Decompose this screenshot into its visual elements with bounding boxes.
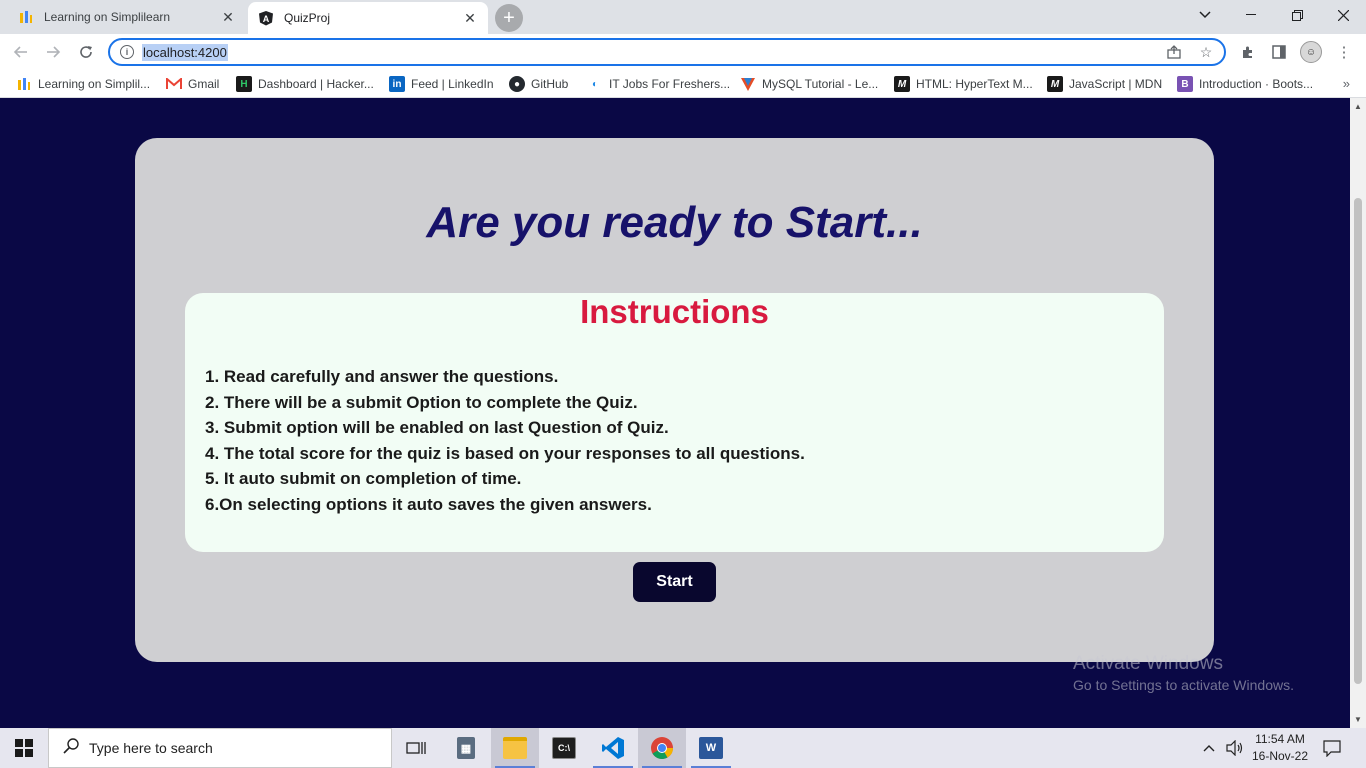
close-tab-icon[interactable]: ✕: [462, 10, 478, 26]
tab-strip: Learning on Simplilearn ✕ A QuizProj ✕ +: [0, 0, 1366, 34]
bookmark-label: IT Jobs For Freshers...: [609, 77, 731, 91]
back-arrow-icon[interactable]: [8, 39, 34, 65]
instructions-list: 1. Read carefully and answer the questio…: [205, 364, 805, 518]
watermark-subtitle: Go to Settings to activate Windows.: [1073, 677, 1294, 693]
scroll-up-icon[interactable]: ▲: [1354, 102, 1362, 111]
calculator-icon[interactable]: ▦: [442, 728, 490, 768]
bookmark-label: Feed | LinkedIn: [411, 77, 494, 91]
bookmark-label: MySQL Tutorial - Le...: [762, 77, 879, 91]
restore-icon[interactable]: [1274, 0, 1320, 30]
taskbar-search-input[interactable]: Type here to search: [48, 728, 392, 768]
bookmark-hackerrank[interactable]: H Dashboard | Hacker...: [236, 70, 374, 98]
bookmark-star-icon[interactable]: ☆: [1194, 40, 1218, 64]
clock-date: 16-Nov-22: [1251, 749, 1309, 763]
close-window-icon[interactable]: [1320, 0, 1366, 30]
bookmark-gmail[interactable]: Gmail: [166, 70, 219, 98]
instructions-title: Instructions: [580, 293, 769, 330]
site-info-icon[interactable]: i: [120, 45, 134, 59]
vscode-icon[interactable]: [589, 728, 637, 768]
start-button[interactable]: Start: [633, 562, 716, 602]
bookmark-mdn-html[interactable]: M HTML: HyperText M...: [894, 70, 1033, 98]
tab-title: Learning on Simplilearn: [44, 10, 171, 24]
mdn-icon: M: [894, 76, 910, 92]
scrollbar-thumb[interactable]: [1354, 198, 1362, 684]
side-panel-icon[interactable]: [1266, 39, 1292, 65]
windows-start-icon[interactable]: [0, 728, 48, 768]
file-explorer-icon[interactable]: [491, 728, 539, 768]
volume-icon[interactable]: [1226, 728, 1244, 768]
tab-simplilearn[interactable]: Learning on Simplilearn ✕: [8, 2, 246, 32]
bookmark-label: Learning on Simplil...: [38, 77, 151, 91]
instruction-item: 2. There will be a submit Option to comp…: [205, 392, 638, 412]
page-scrollbar[interactable]: ▲ ▼: [1350, 98, 1366, 728]
tab-title: QuizProj: [284, 11, 331, 25]
clock-time: 11:54 AM: [1255, 732, 1305, 746]
bookmark-github[interactable]: ● GitHub: [509, 70, 568, 98]
gmail-icon: [166, 76, 182, 92]
watermark-title: Activate Windows: [1073, 653, 1223, 674]
instruction-item: 4. The total score for the quiz is based…: [205, 443, 805, 463]
bookmark-label: HTML: HyperText M...: [916, 77, 1033, 91]
terminal-icon[interactable]: C:\: [540, 728, 588, 768]
tab-quizproj[interactable]: A QuizProj ✕: [248, 2, 488, 34]
instruction-item: 6.On selecting options it auto saves the…: [205, 494, 652, 514]
instruction-item: 5. It auto submit on completion of time.: [205, 469, 522, 489]
search-icon: [63, 737, 79, 759]
extensions-icon[interactable]: [1235, 39, 1261, 65]
scroll-down-icon[interactable]: ▼: [1354, 715, 1362, 724]
bookmark-mysql[interactable]: MySQL Tutorial - Le...: [740, 70, 878, 98]
word-icon[interactable]: W: [687, 728, 735, 768]
bookmark-label: GitHub: [531, 77, 569, 91]
new-tab-button[interactable]: +: [495, 4, 523, 32]
show-hidden-icons-icon[interactable]: [1203, 728, 1215, 768]
bookmark-bootstrap[interactable]: B Introduction · Boots...: [1177, 70, 1313, 98]
taskbar-clock[interactable]: 11:54 AM 16-Nov-22: [1244, 731, 1316, 765]
bookmark-mdn-javascript[interactable]: M JavaScript | MDN: [1047, 70, 1162, 98]
tab-search-icon[interactable]: [1182, 0, 1228, 30]
reload-icon[interactable]: [73, 39, 99, 65]
minimize-icon[interactable]: [1228, 0, 1274, 30]
bookmarks-bar: Learning on Simplil... Gmail H Dashboard…: [0, 70, 1366, 98]
mysql-icon: [740, 76, 756, 92]
notifications-icon[interactable]: [1323, 728, 1341, 768]
bookmark-it-jobs[interactable]: ◐ IT Jobs For Freshers...: [587, 70, 730, 98]
windows-taskbar: Type here to search ▦ C:\ W 11:54 AM 16-…: [0, 728, 1366, 768]
profile-avatar[interactable]: ☺: [1298, 39, 1324, 65]
simplilearn-icon: [16, 76, 32, 92]
search-placeholder: Type here to search: [89, 740, 213, 756]
bookmark-label: Gmail: [188, 77, 220, 91]
instructions-panel: Instructions 1. Read carefully and answe…: [185, 293, 1164, 552]
bookmark-linkedin[interactable]: in Feed | LinkedIn: [389, 70, 494, 98]
bookmark-label: Dashboard | Hacker...: [258, 77, 374, 91]
mdn-icon: M: [1047, 76, 1063, 92]
github-icon: ●: [509, 76, 525, 92]
task-view-icon[interactable]: [392, 728, 440, 768]
jobs-icon: ◐: [591, 78, 599, 90]
forward-arrow-icon[interactable]: [40, 39, 66, 65]
more-bookmarks-icon[interactable]: »: [1343, 76, 1350, 91]
share-icon[interactable]: [1162, 40, 1186, 64]
bookmark-label: Introduction · Boots...: [1199, 77, 1314, 91]
angular-icon: A: [258, 10, 274, 26]
svg-text:A: A: [263, 14, 270, 24]
menu-dots-icon[interactable]: ⋮: [1331, 39, 1357, 65]
close-tab-icon[interactable]: ✕: [220, 9, 236, 25]
activate-windows-watermark: Activate Windows Go to Settings to activ…: [1073, 653, 1294, 693]
page-title: Are you ready to Start...: [426, 198, 923, 247]
browser-toolbar: i localhost:4200 ☆ ☺ ⋮: [0, 34, 1366, 70]
instruction-item: 3. Submit option will be enabled on last…: [205, 418, 669, 438]
page-content: Are you ready to Start... Instructions 1…: [0, 98, 1350, 728]
instruction-item: 1. Read carefully and answer the questio…: [205, 367, 559, 386]
chrome-icon[interactable]: [638, 728, 686, 768]
address-bar[interactable]: i localhost:4200 ☆: [108, 38, 1226, 66]
simplilearn-icon: [18, 9, 34, 25]
bookmark-label: JavaScript | MDN: [1069, 77, 1163, 91]
hackerrank-icon: H: [236, 76, 252, 92]
bookmark-simplilearn[interactable]: Learning on Simplil...: [16, 70, 150, 98]
avatar: ☺: [1300, 41, 1322, 63]
address-url[interactable]: localhost:4200: [142, 43, 228, 61]
linkedin-icon: in: [389, 76, 405, 92]
quiz-start-card: Are you ready to Start... Instructions 1…: [135, 138, 1214, 662]
bootstrap-icon: B: [1177, 76, 1193, 92]
